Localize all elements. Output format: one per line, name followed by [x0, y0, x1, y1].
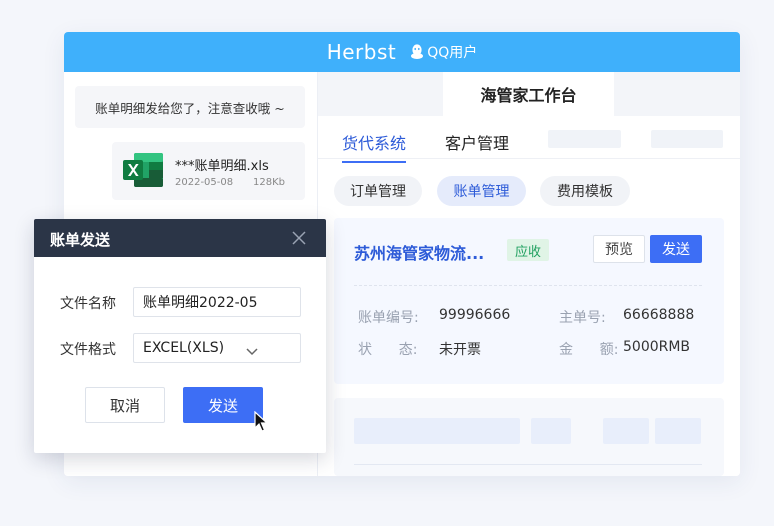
subtab-order-management[interactable]: 订单管理: [334, 176, 422, 206]
chat-message-text: 账单明细发给您了，注意查收哦 ~: [95, 100, 285, 116]
preview-button[interactable]: 预览: [593, 235, 645, 263]
file-name-input[interactable]: [133, 287, 301, 317]
subtab-bill-management[interactable]: 账单管理: [437, 176, 526, 206]
top-bar: Herbst QQ用户: [64, 32, 740, 72]
placeholder-bar: [603, 418, 649, 444]
main-tabs: 货代系统 客户管理: [318, 116, 740, 163]
master-number-label: 主单号:: [559, 310, 606, 326]
account-info[interactable]: QQ用户: [410, 42, 477, 62]
file-date: 2022-05-08: [175, 177, 234, 188]
status-value: 未开票: [439, 342, 481, 358]
file-format-value: EXCEL(XLS): [143, 340, 225, 356]
file-name-label: 文件名称: [60, 296, 116, 312]
tab-freight-system[interactable]: 货代系统: [342, 130, 407, 163]
file-format-label: 文件格式: [60, 342, 116, 358]
placeholder-bar: [655, 418, 701, 444]
workspace-header: 海管家工作台: [318, 72, 740, 116]
dialog-title: 账单发送: [50, 231, 111, 249]
mouse-cursor-icon: [254, 411, 268, 432]
divider: [354, 464, 702, 465]
placeholder-bar: [531, 418, 571, 444]
master-number-value: 66668888: [623, 307, 695, 323]
chat-message: 账单明细发给您了，注意查收哦 ~: [75, 86, 305, 128]
subtab-fee-template[interactable]: 费用模板: [540, 176, 630, 206]
send-button[interactable]: 发送: [183, 387, 263, 423]
status-badge: 应收: [507, 239, 549, 261]
close-icon[interactable]: [292, 231, 306, 245]
bill-number-value: 99996666: [439, 307, 511, 323]
bill-number-label: 账单编号:: [358, 310, 419, 326]
placeholder-card: [334, 398, 724, 476]
placeholder-bar: [354, 418, 520, 444]
chevron-down-icon[interactable]: [246, 348, 258, 356]
dialog-header: 账单发送: [34, 219, 326, 257]
account-label: QQ用户: [427, 45, 478, 61]
workspace-pane: 海管家工作台 货代系统 客户管理 订单管理 账单管理 费用模板 苏州海管家物流.…: [318, 72, 740, 476]
bill-card: 苏州海管家物流... 应收 预览 发送 账单编号: 99996666 主单号: …: [334, 218, 724, 384]
divider: [354, 285, 702, 286]
amount-label: 金 额:: [559, 342, 619, 358]
excel-icon: [123, 153, 163, 187]
file-format-select[interactable]: EXCEL(XLS): [133, 333, 301, 363]
cancel-button[interactable]: 取消: [85, 387, 165, 423]
send-bill-button[interactable]: 发送: [650, 235, 702, 263]
placeholder-tab: [548, 130, 621, 148]
app-title: Herbst: [326, 40, 397, 64]
file-name: ***账单明细.xls: [175, 159, 269, 174]
file-size: 128Kb: [253, 177, 285, 188]
status-label: 状 态:: [358, 342, 418, 358]
placeholder-tab: [651, 130, 723, 148]
company-name[interactable]: 苏州海管家物流...: [354, 240, 484, 264]
workspace-title[interactable]: 海管家工作台: [443, 72, 614, 116]
bill-send-dialog: 账单发送 文件名称 文件格式 EXCEL(XLS) 取消 发送: [34, 219, 326, 453]
qq-penguin-icon: [411, 44, 424, 59]
amount-value: 5000RMB: [623, 339, 691, 355]
tab-customer-management[interactable]: 客户管理: [445, 130, 509, 154]
file-attachment[interactable]: ***账单明细.xls 2022-05-08 128Kb: [112, 142, 305, 200]
